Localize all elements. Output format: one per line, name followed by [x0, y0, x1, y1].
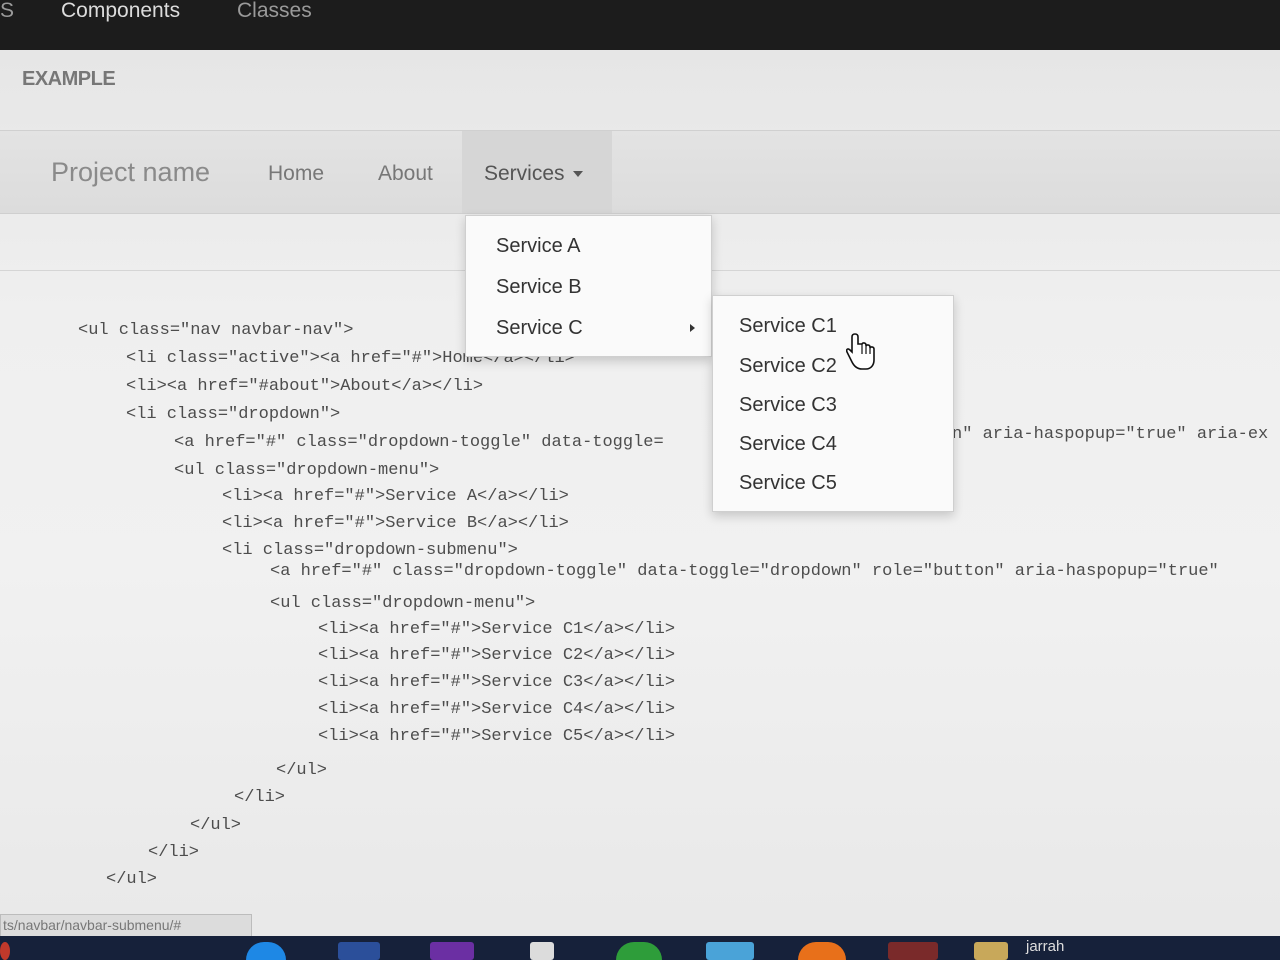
taskbar-browser-icon[interactable] [246, 942, 286, 960]
taskbar-pen-icon[interactable] [530, 942, 554, 960]
example-navbar: Project name Home About Services [0, 130, 1280, 214]
submenu-item-service-c3[interactable]: Service C3 [713, 385, 953, 425]
taskbar-app-icon[interactable] [706, 942, 754, 960]
dropdown-item-label: Service B [496, 276, 582, 298]
taskbar-folder-icon[interactable] [974, 942, 1008, 960]
taskbar-app-icon[interactable] [338, 942, 380, 960]
nav-link-services-label: Services [484, 162, 565, 185]
doc-nav-item-components[interactable]: Components [61, 0, 180, 24]
taskbar-app-icon[interactable] [616, 942, 662, 960]
chevron-right-icon [690, 324, 695, 332]
submenu-item-service-c4[interactable]: Service C4 [713, 424, 953, 464]
taskbar-app-icon[interactable] [0, 942, 10, 960]
services-dropdown-menu: Service A Service B Service C [465, 215, 712, 357]
example-label: EXAMPLE [22, 68, 116, 90]
dropdown-item-label: Service C [496, 317, 583, 339]
nav-link-about[interactable]: About [378, 162, 433, 186]
taskbar-firefox-icon[interactable] [798, 942, 846, 960]
submenu-item-label: Service C5 [739, 472, 837, 494]
caret-down-icon [572, 171, 583, 178]
doc-nav-item-partial[interactable]: S [0, 0, 14, 24]
navbar-brand[interactable]: Project name [51, 157, 210, 188]
dropdown-item-label: Service A [496, 235, 581, 257]
doc-top-nav: S Components Classes [0, 0, 1280, 50]
service-c-submenu: Service C1 Service C2 Service C3 Service… [712, 295, 954, 512]
taskbar-user-label[interactable]: jarrah [1026, 938, 1064, 955]
taskbar-app-icon[interactable] [888, 942, 938, 960]
submenu-item-service-c5[interactable]: Service C5 [713, 463, 953, 503]
submenu-item-label: Service C2 [739, 355, 837, 377]
status-url: ts/navbar/navbar-submenu/# [0, 914, 252, 938]
submenu-item-service-c2[interactable]: Service C2 [713, 346, 953, 386]
os-taskbar: jarrah [0, 936, 1280, 960]
taskbar-visual-studio-icon[interactable] [430, 942, 474, 960]
hand-pointer-cursor-icon [846, 333, 875, 370]
dropdown-item-service-c[interactable]: Service C [466, 308, 711, 348]
dropdown-item-service-b[interactable]: Service B [466, 267, 711, 307]
submenu-item-service-c1[interactable]: Service C1 [713, 306, 953, 346]
dropdown-item-service-a[interactable]: Service A [466, 226, 711, 266]
submenu-item-label: Service C4 [739, 433, 837, 455]
submenu-item-label: Service C3 [739, 394, 837, 416]
nav-link-services[interactable]: Services [484, 162, 583, 186]
submenu-item-label: Service C1 [739, 315, 837, 337]
doc-nav-item-classes[interactable]: Classes [237, 0, 312, 24]
nav-link-home[interactable]: Home [268, 162, 324, 186]
